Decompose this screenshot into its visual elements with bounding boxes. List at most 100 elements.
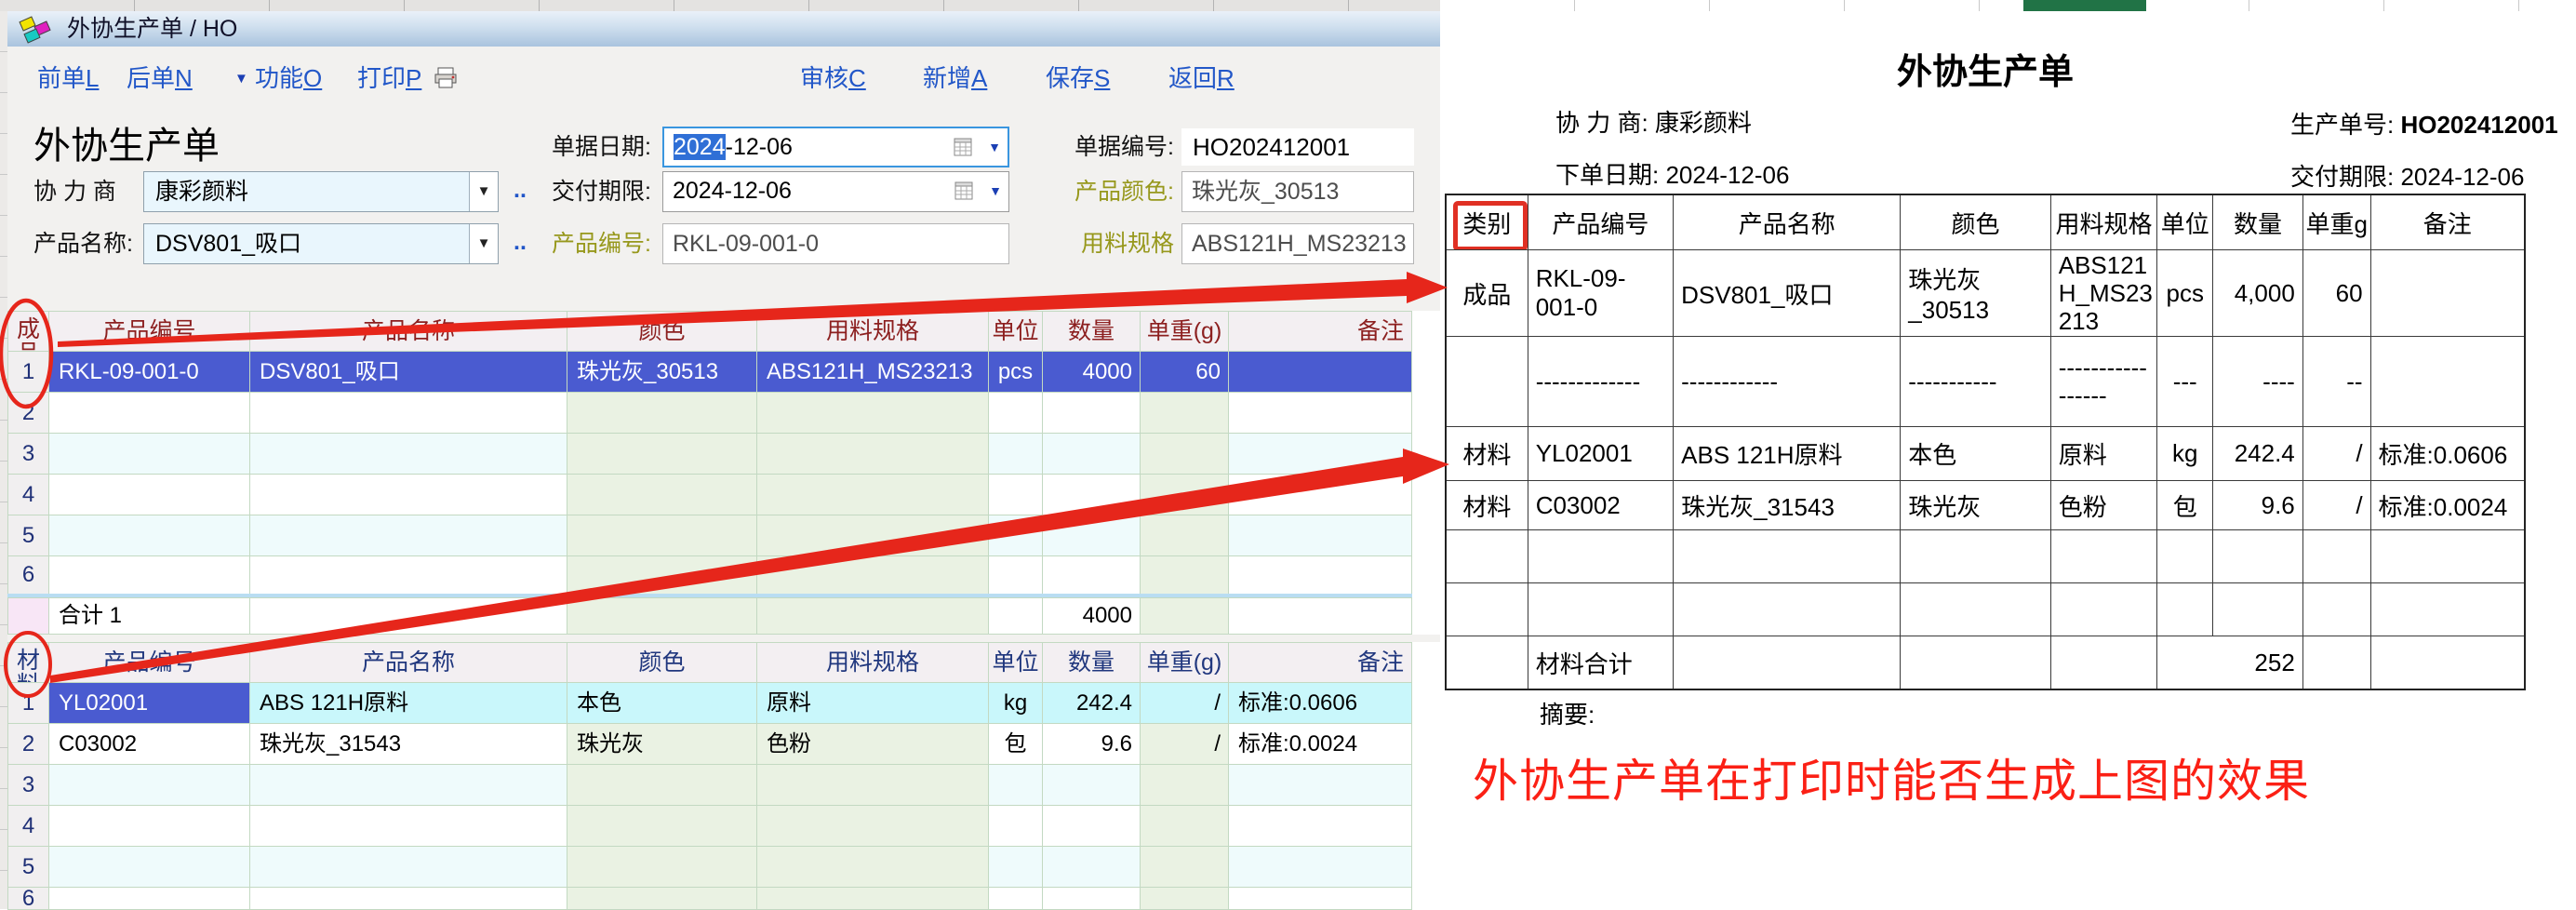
grid-cell[interactable] [567,475,757,515]
grid-cell[interactable] [757,515,989,556]
grid-cell[interactable] [49,475,250,515]
grid-cell[interactable] [989,806,1043,847]
grid-cell[interactable] [989,434,1043,475]
grid-cell[interactable]: 珠光灰_31543 [250,724,567,765]
grid-cell[interactable]: ABS121H_MS23213 [757,352,989,393]
grid-column-header[interactable]: 单重(g) [1141,312,1229,352]
row-number[interactable]: 3 [8,765,49,806]
grid-column-header[interactable]: 单位 [989,643,1043,683]
grid-cell[interactable]: 242.4 [1043,683,1141,724]
grid-cell[interactable] [1043,806,1141,847]
grid-cell[interactable] [757,765,989,806]
grid-cell[interactable] [1229,352,1412,393]
grid-cell[interactable] [757,806,989,847]
grid-cell[interactable] [250,847,567,888]
grid-cell[interactable] [567,806,757,847]
function-menu-button[interactable]: 功能O [255,47,322,110]
print-button[interactable]: 打印P [357,47,421,110]
grid-cell[interactable] [567,888,757,910]
grid-cell[interactable] [49,556,250,595]
grid-cell[interactable] [250,556,567,595]
grid-column-header[interactable]: 产品名称 [250,643,567,683]
grid-cell[interactable] [1043,556,1141,595]
grid-column-header[interactable]: 颜色 [567,643,757,683]
grid-cell[interactable] [1043,393,1141,434]
doc-date-input[interactable]: 2024-12-06 ▼ [662,127,1009,167]
grid-cell[interactable] [250,765,567,806]
grid-cell[interactable] [989,556,1043,595]
row-number[interactable]: 1 [8,683,49,724]
grid-cell[interactable]: 标准:0.0024 [1229,724,1412,765]
grid-cell[interactable] [567,434,757,475]
grid-cell[interactable] [1141,475,1229,515]
grid-cell[interactable]: YL02001 [49,683,250,724]
row-number[interactable]: 6 [8,556,49,595]
grid-cell[interactable] [567,765,757,806]
prev-doc-button[interactable]: 前单L [37,47,99,110]
grid-column-header[interactable]: 数量 [1043,312,1141,352]
grid-column-header[interactable]: 单位 [989,312,1043,352]
grid-cell[interactable] [1229,806,1412,847]
grid-cell[interactable] [1141,556,1229,595]
grid-cell[interactable] [250,888,567,910]
grid-cell[interactable] [1229,393,1412,434]
grid-column-header[interactable]: 产品编号 [49,643,250,683]
grid-cell[interactable]: 本色 [567,683,757,724]
deliver-date-input[interactable]: 2024-12-06 ▼ [662,171,1009,212]
grid-cell[interactable] [49,515,250,556]
grid-cell[interactable] [989,515,1043,556]
grid-cell[interactable] [1141,434,1229,475]
chevron-down-icon[interactable]: ▼ [469,172,498,211]
grid-column-header[interactable]: 备注 [1229,312,1412,352]
grid-cell[interactable] [1229,556,1412,595]
grid-column-header[interactable]: 用料规格 [757,312,989,352]
product-name-combobox[interactable]: DSV801_吸口 ▼ [143,223,499,264]
row-number[interactable]: 2 [8,724,49,765]
grid-cell[interactable] [49,847,250,888]
grid-cell[interactable] [1141,765,1229,806]
grid-cell[interactable]: 原料 [757,683,989,724]
grid-cell[interactable] [757,475,989,515]
row-number[interactable]: 5 [8,515,49,556]
grid-column-header[interactable]: 用料规格 [757,643,989,683]
row-number[interactable]: 6 [8,888,49,910]
next-doc-button[interactable]: 后单N [127,47,193,110]
grid-cell[interactable] [1141,806,1229,847]
calendar-icon[interactable] [954,137,974,158]
grid-cell[interactable] [1229,475,1412,515]
grid-cell[interactable]: kg [989,683,1043,724]
chevron-down-icon[interactable]: ▼ [469,224,498,263]
grid-cell[interactable] [989,888,1043,910]
row-number[interactable]: 4 [8,806,49,847]
audit-button[interactable]: 审核C [800,47,866,110]
grid-cell[interactable] [757,888,989,910]
grid-cell[interactable] [49,806,250,847]
grid-cell[interactable] [1229,765,1412,806]
grid-cell[interactable] [1229,847,1412,888]
grid-cell[interactable]: DSV801_吸口 [250,352,567,393]
grid-cell[interactable] [1141,888,1229,910]
grid-cell[interactable]: 4000 [1043,352,1141,393]
grid-cell[interactable] [567,393,757,434]
grid-cell[interactable] [250,434,567,475]
chevron-down-icon[interactable]: ▼ [988,128,1001,166]
grid-cell[interactable]: 60 [1141,352,1229,393]
grid-cell[interactable] [1043,515,1141,556]
grid-cell[interactable] [1229,888,1412,910]
grid-cell[interactable]: 珠光灰 [567,724,757,765]
grid-cell[interactable] [250,393,567,434]
grid-cell[interactable] [1043,847,1141,888]
row-number[interactable]: 5 [8,847,49,888]
row-number[interactable]: 1 [8,352,49,393]
calendar-icon[interactable] [954,181,975,202]
grid-cell[interactable] [989,475,1043,515]
row-number[interactable]: 4 [8,475,49,515]
grid-cell[interactable]: 珠光灰_30513 [567,352,757,393]
grid-cell[interactable]: 色粉 [757,724,989,765]
grid-cell[interactable]: 9.6 [1043,724,1141,765]
grid-cell[interactable] [567,847,757,888]
grid-cell[interactable] [1141,393,1229,434]
grid-cell[interactable] [989,765,1043,806]
grid-cell[interactable] [757,434,989,475]
grid-cell[interactable] [1141,847,1229,888]
